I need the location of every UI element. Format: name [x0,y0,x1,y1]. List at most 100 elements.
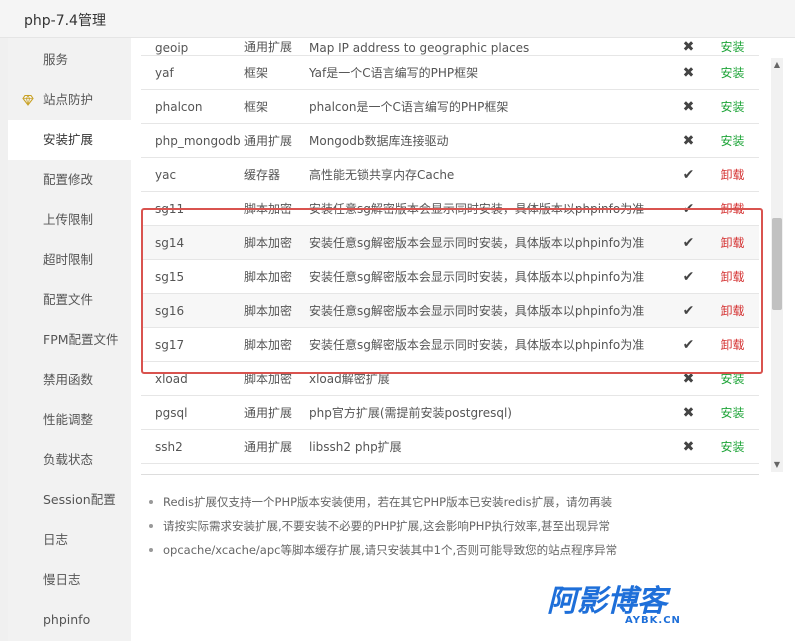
ext-desc: Map IP address to geographic places [309,38,671,56]
ext-desc: Mongodb数据库连接驱动 [309,123,671,158]
uninstall-button[interactable]: 卸载 [720,236,744,250]
notes-list: Redis扩展仅支持一个PHP版本安装使用，若在其它PHP版本已安装redis扩… [145,494,745,566]
ext-type: 通用扩展 [244,123,309,158]
scrollbar-thumb[interactable] [772,218,782,310]
ext-name: sg14 [141,225,244,260]
sidebar-item-label: 配置修改 [43,172,94,187]
ext-name: ssh2 [141,429,244,464]
ext-desc: php官方扩展(需提前安装postgresql) [309,395,671,430]
sidebar-item-label: FPM配置文件 [43,332,119,347]
sidebar-item-phpinfo[interactable]: phpinfo [8,600,131,640]
sidebar-item-load-status[interactable]: 负载状态 [8,440,131,480]
ext-name: phalcon [141,89,244,124]
ext-desc: phalcon是一个C语言编写的PHP框架 [309,89,671,124]
uninstall-button[interactable]: 卸载 [720,304,744,318]
install-button[interactable]: 安装 [720,40,744,54]
scroll-down-arrow-icon[interactable]: ▼ [771,458,783,472]
status-icon: ✔ [671,327,706,362]
ext-type: 脚本加密 [244,327,309,362]
ext-name: yaf [141,55,244,90]
table-row: sg17 脚本加密 安装任意sg解密版本会显示同时安装，具体版本以phpinfo… [141,327,759,362]
extensions-table-viewport[interactable]: geoip 通用扩展 Map IP address to geographic … [141,38,759,475]
watermark-logo: 阿影博客 AYBK.CN [547,584,680,626]
status-icon: ✔ [671,191,706,226]
ext-type: 脚本加密 [244,293,309,328]
ext-type: 脚本加密 [244,361,309,396]
sidebar: 服务 站点防护 安装扩展 配置修改 上传限制 超时限制 配置文件 FPM配置文件… [8,38,131,641]
table-row: php_mongodb 通用扩展 Mongodb数据库连接驱动 ✖ 安装 [141,123,759,158]
ext-desc: 安装任意sg解密版本会显示同时安装，具体版本以phpinfo为准 [309,327,671,362]
ext-type: 缓存器 [244,157,309,192]
ext-desc: 安装任意sg解密版本会显示同时安装，具体版本以phpinfo为准 [309,225,671,260]
sidebar-item-session-config[interactable]: Session配置 [8,480,131,520]
ext-desc: xload解密扩展 [309,361,671,396]
status-icon: ✔ [671,225,706,260]
table-scrollbar[interactable]: ▲ ▼ [769,58,785,472]
extensions-table: geoip 通用扩展 Map IP address to geographic … [141,38,759,464]
table-row: sg15 脚本加密 安装任意sg解密版本会显示同时安装，具体版本以phpinfo… [141,259,759,294]
status-icon: ✖ [671,38,706,56]
sidebar-item-label: Session配置 [43,492,116,507]
ext-name: xload [141,361,244,396]
ext-type: 脚本加密 [244,191,309,226]
install-button[interactable]: 安装 [720,440,744,454]
sidebar-item-label: 禁用函数 [43,372,94,387]
status-icon: ✔ [671,259,706,294]
ext-desc: 高性能无锁共享内存Cache [309,157,671,192]
install-button[interactable]: 安装 [720,66,744,80]
table-row: yaf 框架 Yaf是一个C语言编写的PHP框架 ✖ 安装 [141,55,759,90]
scroll-up-arrow-icon[interactable]: ▲ [771,58,783,72]
install-button[interactable]: 安装 [720,134,744,148]
ext-type: 框架 [244,55,309,90]
window-titlebar: php-7.4管理 [0,0,795,38]
table-row: yac 缓存器 高性能无锁共享内存Cache ✔ 卸载 [141,157,759,192]
sidebar-item-label: 负载状态 [43,452,94,467]
table-row: sg14 脚本加密 安装任意sg解密版本会显示同时安装，具体版本以phpinfo… [141,225,759,260]
ext-type: 通用扩展 [244,429,309,464]
sidebar-item-disabled-functions[interactable]: 禁用函数 [8,360,131,400]
table-row: phalcon 框架 phalcon是一个C语言编写的PHP框架 ✖ 安装 [141,89,759,124]
ext-desc: 安装任意sg解密版本会显示同时安装，具体版本以phpinfo为准 [309,191,671,226]
sidebar-item-timeout-limit[interactable]: 超时限制 [8,240,131,280]
ext-name: php_mongodb [141,123,244,158]
table-row: sg11 脚本加密 安装任意sg解密版本会显示同时安装，具体版本以phpinfo… [141,191,759,226]
ext-desc: 安装任意sg解密版本会显示同时安装，具体版本以phpinfo为准 [309,293,671,328]
install-button[interactable]: 安装 [720,372,744,386]
sidebar-item-log[interactable]: 日志 [8,520,131,560]
status-icon: ✖ [671,89,706,124]
table-row: ssh2 通用扩展 libssh2 php扩展 ✖ 安装 [141,429,759,464]
ext-name: pgsql [141,395,244,430]
table-row: sg16 脚本加密 安装任意sg解密版本会显示同时安装，具体版本以phpinfo… [141,293,759,328]
sidebar-item-fpm-config-file[interactable]: FPM配置文件 [8,320,131,360]
sidebar-item-label: 超时限制 [43,252,94,267]
sidebar-item-install-extensions[interactable]: 安装扩展 [8,120,131,160]
install-button[interactable]: 安装 [720,100,744,114]
sidebar-item-site-protection[interactable]: 站点防护 [8,80,131,120]
note-item: 请按实际需求安装扩展,不要安装不必要的PHP扩展,这会影响PHP执行效率,甚至出… [145,518,745,542]
sidebar-item-performance-tuning[interactable]: 性能调整 [8,400,131,440]
sidebar-item-config-modify[interactable]: 配置修改 [8,160,131,200]
sidebar-item-label: 性能调整 [43,412,94,427]
uninstall-button[interactable]: 卸载 [720,202,744,216]
diamond-icon [22,94,34,106]
ext-name: sg16 [141,293,244,328]
status-icon: ✖ [671,55,706,90]
ext-desc: libssh2 php扩展 [309,429,671,464]
table-row: pgsql 通用扩展 php官方扩展(需提前安装postgresql) ✖ 安装 [141,395,759,430]
ext-type: 通用扩展 [244,38,309,56]
status-icon: ✖ [671,123,706,158]
sidebar-item-config-file[interactable]: 配置文件 [8,280,131,320]
ext-type: 通用扩展 [244,395,309,430]
ext-type: 框架 [244,89,309,124]
status-icon: ✔ [671,293,706,328]
ext-name: yac [141,157,244,192]
install-button[interactable]: 安装 [720,406,744,420]
uninstall-button[interactable]: 卸载 [720,270,744,284]
uninstall-button[interactable]: 卸载 [720,338,744,352]
sidebar-item-upload-limit[interactable]: 上传限制 [8,200,131,240]
sidebar-item-slow-log[interactable]: 慢日志 [8,560,131,600]
left-edge-strip [0,38,8,641]
uninstall-button[interactable]: 卸载 [720,168,744,182]
sidebar-item-service[interactable]: 服务 [8,40,131,80]
sidebar-item-label: 站点防护 [43,92,94,107]
